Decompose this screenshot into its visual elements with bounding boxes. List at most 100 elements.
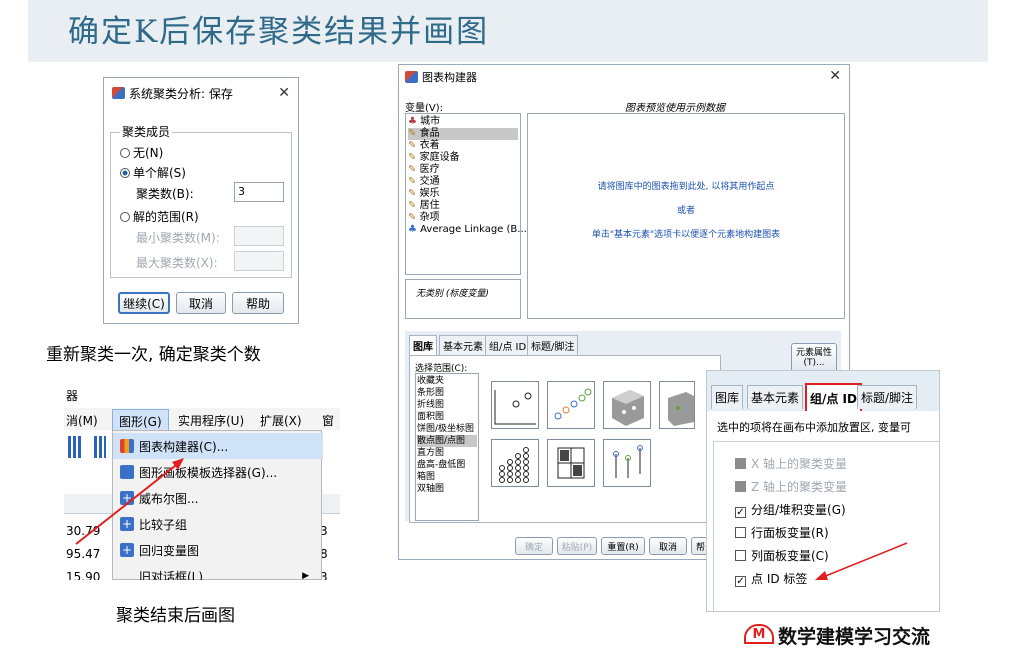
cluster-save-dialog: 系统聚类分析: 保存 ✕ 聚类成员 无(N) 单个解(S) 聚类数(B): 3 …: [103, 77, 299, 324]
variable-item[interactable]: ✎ 食品: [408, 128, 518, 140]
grouped-scatter-icon: [554, 388, 592, 420]
category-box: 无类别 (标度变量): [405, 279, 521, 319]
dot-plot-icon: [499, 447, 529, 483]
dot-plot-thumb[interactable]: [491, 439, 539, 487]
close-icon[interactable]: ✕: [278, 85, 290, 101]
tab-titles-footnotes[interactable]: 标题/脚注: [527, 335, 579, 355]
radio-range-label: 解的范围(R): [133, 210, 199, 224]
gallery-type-list[interactable]: 收藏夹 条形图 折线图 面积图 饼图/极坐标图 散点图/点图 直方图 盘高-盘低…: [415, 373, 479, 521]
3d-scatter-thumb[interactable]: [603, 381, 651, 429]
variable-item[interactable]: ✎ 居住: [408, 200, 518, 212]
logo-text: 数学建模学习交流: [778, 626, 931, 648]
variable-item[interactable]: ♣ 城市: [408, 116, 518, 128]
chart-canvas[interactable]: [527, 113, 845, 319]
reset-button[interactable]: 重置(R): [601, 537, 645, 555]
gallery-type-item[interactable]: 折线图: [417, 399, 477, 411]
gallery-type-item[interactable]: 散点图/点图: [417, 435, 477, 447]
scale-ruler-icon: ✎: [408, 128, 417, 139]
preview-label: 图表预览使用示例数据: [625, 103, 725, 114]
menu-screenshot: 器 消(M) 图形(G) 实用程序(U) 扩展(X) 窗 30.79 95.47…: [64, 384, 340, 580]
caption-after-cluster: 聚类结束后画图: [116, 606, 235, 626]
scatter-matrix-thumb[interactable]: [547, 439, 595, 487]
max-clusters-input[interactable]: [234, 251, 284, 271]
dialog-title: 系统聚类分析: 保存: [129, 86, 233, 101]
radio-single-solution[interactable]: 单个解(S): [120, 164, 186, 181]
scale-ruler-icon: ✎: [408, 164, 417, 175]
max-clusters-label: 最大聚类数(X):: [136, 256, 218, 270]
close-icon[interactable]: ✕: [829, 68, 841, 84]
radio-none[interactable]: 无(N): [120, 144, 163, 161]
dialog-titlebar: 系统聚类分析: 保存 ✕: [104, 78, 298, 108]
scale-ruler-icon: ✎: [408, 212, 417, 223]
scale-ruler-icon: ✎: [408, 188, 417, 199]
min-clusters-input[interactable]: [234, 226, 284, 246]
3d-cube-icon: [612, 390, 644, 426]
element-properties-button[interactable]: 元素属性(T)...: [791, 343, 837, 373]
spss-app-icon: [112, 87, 125, 99]
scale-ruler-icon: ✎: [408, 200, 417, 211]
drop-line-icon: [613, 445, 643, 478]
variable-item[interactable]: ✎ 交通: [408, 176, 518, 188]
paste-button[interactable]: 粘贴(P): [557, 537, 597, 555]
radio-none-label: 无(N): [133, 146, 164, 160]
gallery-type-item[interactable]: 条形图: [417, 387, 477, 399]
cancel-button[interactable]: 取消: [176, 292, 226, 314]
tab-group-point-id[interactable]: 组/点 ID: [485, 335, 531, 355]
scale-ruler-icon: ✎: [408, 176, 417, 187]
min-clusters-label: 最小聚类数(M):: [136, 231, 220, 245]
gallery-type-item[interactable]: 饼图/极坐标图: [417, 423, 477, 435]
gallery-type-item[interactable]: 箱图: [417, 471, 477, 483]
drop-line-thumb[interactable]: [603, 439, 651, 487]
gallery-type-item[interactable]: 盘高-盘低图: [417, 459, 477, 471]
builder-title: 图表构建器: [422, 71, 477, 84]
tab-basic-elements[interactable]: 基本元素: [439, 335, 487, 355]
variable-item[interactable]: ✎ 家庭设备: [408, 152, 518, 164]
variable-item[interactable]: ✎ 衣着: [408, 140, 518, 152]
variable-item[interactable]: ✎ 杂项: [408, 212, 518, 224]
gallery-type-item[interactable]: 面积图: [417, 411, 477, 423]
variables-label: 变量(V):: [405, 103, 444, 114]
radio-icon: [120, 212, 130, 222]
radio-single-label: 单个解(S): [133, 166, 186, 180]
radio-range[interactable]: 解的范围(R): [120, 208, 199, 225]
red-arrow-menu: [75, 458, 184, 545]
continue-button[interactable]: 继续(C): [118, 292, 170, 314]
simple-scatter-thumb[interactable]: [491, 381, 539, 429]
radio-selected-icon: [120, 168, 130, 178]
variable-item[interactable]: ✎ 医疗: [408, 164, 518, 176]
canvas-hint-drag: 请将图库中的图表拖到此处, 以将其用作起点: [597, 182, 775, 192]
group-point-id-panel: 图库 基本元素 组/点 ID 标题/脚注 选中的项将在画布中添加放置区, 变量可…: [706, 370, 940, 612]
grouped-scatter-thumb[interactable]: [547, 381, 595, 429]
nominal-icon: ♣: [408, 224, 417, 235]
clusters-input[interactable]: 3: [234, 182, 284, 202]
spss-app-icon: [405, 71, 418, 83]
scale-ruler-icon: ✎: [408, 152, 417, 163]
scatter-icon: [494, 390, 536, 425]
builder-titlebar: 图表构建器 ✕: [399, 65, 849, 89]
red-arrow-point-id: [815, 542, 908, 580]
canvas-hint-or: 或者: [676, 206, 695, 216]
3d-grouped-icon: [668, 392, 694, 426]
group-label: 聚类成员: [120, 123, 173, 140]
radio-icon: [120, 148, 130, 158]
scatter-matrix-icon: [557, 447, 585, 479]
nominal-icon: ♣: [408, 116, 417, 127]
variable-item[interactable]: ♣ Average Linkage (B...: [408, 224, 527, 236]
cancel-button[interactable]: 取消: [649, 537, 687, 555]
canvas-hint-elements: 单击"基本元素"选项卡以便逐个元素地构建图表: [591, 230, 781, 240]
ok-button[interactable]: 确定: [515, 537, 553, 555]
no-category-label: 无类别 (标度变量): [416, 289, 489, 299]
gallery-type-item[interactable]: 直方图: [417, 447, 477, 459]
gallery-type-item[interactable]: 收藏夹: [417, 375, 477, 387]
page-title: 确定K后保存聚类结果并画图: [68, 14, 490, 50]
3d-grouped-thumb[interactable]: [659, 381, 695, 429]
caption-recluster: 重新聚类一次, 确定聚类个数: [46, 345, 261, 365]
logo-badge: M: [744, 624, 774, 644]
gallery-type-item[interactable]: 双轴图: [417, 483, 477, 495]
tab-gallery[interactable]: 图库: [409, 335, 437, 355]
help-button[interactable]: 帮助: [232, 292, 284, 314]
variable-list[interactable]: ♣ 城市 ✎ 食品 ✎ 衣着 ✎ 家庭设备 ✎ 医疗 ✎ 交通 ✎ 娱乐 ✎ 居…: [405, 113, 527, 275]
scale-ruler-icon: ✎: [408, 140, 417, 151]
clusters-label: 聚类数(B):: [136, 187, 194, 201]
variable-item[interactable]: ✎ 娱乐: [408, 188, 518, 200]
